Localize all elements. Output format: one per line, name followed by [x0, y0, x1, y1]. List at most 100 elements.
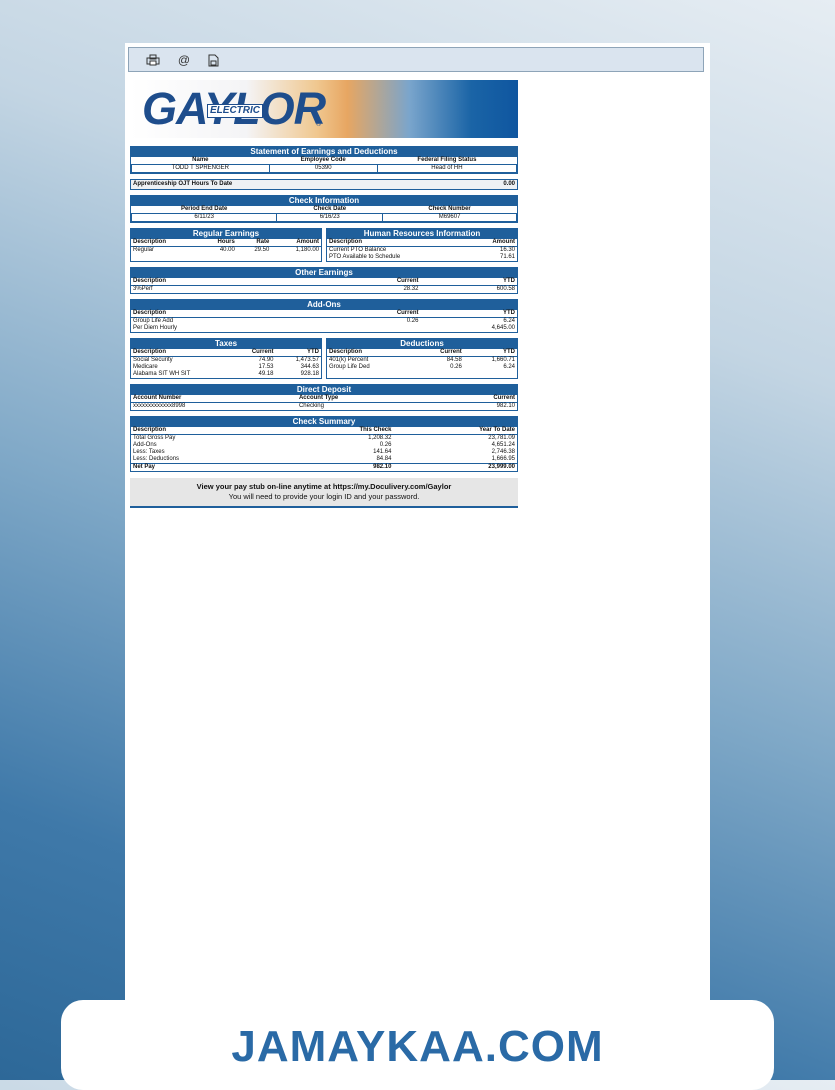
cell: 6.24: [503, 364, 515, 370]
cell: 1,660.71: [491, 357, 515, 363]
cell: 928.18: [300, 371, 319, 377]
taxes-section: Taxes Description Current YTD Social Sec…: [130, 338, 322, 379]
hr-info-section: Human Resources Information Description …: [326, 228, 518, 262]
cell: Less: Deductions: [133, 456, 180, 462]
col-rate: Rate: [236, 239, 272, 247]
cell: 1,180.00: [295, 247, 319, 253]
table-row: Regular 40.00 29.50 1,180.00: [131, 247, 321, 255]
cell: Total Gross Pay: [133, 435, 176, 441]
cell: 0.26: [450, 364, 462, 370]
cell: 29.50: [254, 247, 270, 253]
regular-earnings-title: Regular Earnings: [131, 229, 321, 239]
cell: 84.58: [446, 357, 462, 363]
cell: Add-Ons: [133, 442, 157, 448]
direct-deposit-section: Direct Deposit Account Number Account Ty…: [130, 384, 518, 411]
footer-notice: View your pay stub on-line anytime at ht…: [130, 478, 518, 508]
table-row: 3%Perf 28.32 600.58: [131, 286, 517, 294]
check-info-section: Check Information Period End Date Check …: [130, 195, 518, 223]
table-row: Medicare 17.53 344.63: [131, 364, 321, 371]
footer-line-1: View your pay stub on-line anytime at ht…: [196, 482, 452, 491]
col-check-date: Check Date: [276, 206, 383, 214]
toolbar: @: [128, 47, 704, 72]
company-logo: GAYLOR ELECTRIC ®: [130, 80, 518, 138]
cell: 600.58: [496, 286, 515, 292]
table-row: Less: Deductions 84.84 1,666.95: [131, 456, 517, 464]
employee-code: 05390: [268, 164, 378, 173]
net-pay-ytd: 23,999.00: [393, 463, 517, 471]
cell: 1,473.57: [295, 357, 319, 363]
col-description: Description: [327, 239, 468, 247]
pay-stub: GAYLOR ELECTRIC ® Statement of Earnings …: [130, 80, 518, 508]
cell: Group Life Ded: [329, 364, 370, 370]
table-row: Per Diem Hourly 4,645.00: [131, 325, 517, 332]
cell: 0.26: [406, 318, 419, 324]
table-row: Group Life Ded 0.26 6.24: [327, 364, 517, 371]
col-description: Description: [131, 278, 344, 286]
check-number: M69607: [382, 213, 517, 222]
col-account-number: Account Number: [131, 395, 297, 403]
cell: PTO Available to Schedule: [329, 254, 401, 260]
col-description: Description: [131, 239, 199, 247]
col-hours: Hours: [198, 239, 237, 247]
cell: Current PTO Balance: [329, 247, 387, 253]
cell: Regular: [133, 247, 155, 253]
cell: 28.32: [403, 286, 419, 292]
check-date: 6/16/23: [276, 213, 384, 222]
other-earnings-title: Other Earnings: [131, 268, 517, 278]
col-ytd: YTD: [420, 310, 517, 318]
col-check-number: Check Number: [382, 206, 517, 214]
net-pay-this-check: 982.10: [285, 463, 394, 471]
email-icon[interactable]: @: [176, 52, 192, 68]
col-ytd: YTD: [275, 349, 321, 357]
table-row: Alabama SIT WH SIT 49.18 928.18: [131, 371, 321, 378]
cell: 982.10: [496, 403, 515, 409]
cell: 6.24: [503, 318, 515, 324]
cell: 74.90: [258, 357, 274, 363]
cell: xxxxxxxxxxxxx8998: [133, 403, 186, 409]
print-icon[interactable]: [145, 52, 161, 68]
filing-status: Head of HH: [376, 164, 518, 173]
col-description: Description: [131, 349, 233, 357]
document-page: @ GAYLOR ELECTRIC ® Statement of Earning…: [125, 43, 710, 1080]
cell: 4,645.00: [491, 325, 515, 331]
col-description: Description: [327, 349, 414, 357]
table-row: Total Gross Pay 1,208.32 23,781.09: [131, 435, 517, 443]
col-employee-code: Employee Code: [269, 157, 378, 165]
cell: 49.18: [258, 371, 274, 377]
save-icon[interactable]: [205, 52, 221, 68]
logo-subtitle: ELECTRIC: [207, 104, 263, 118]
table-row: Less: Taxes 141.64 2,746.38: [131, 449, 517, 456]
net-pay-label: Net Pay: [131, 463, 286, 471]
ojt-label: Apprenticeship OJT Hours To Date: [133, 181, 233, 187]
table-row: Current PTO Balance 16.30: [327, 247, 517, 255]
col-ytd: YTD: [463, 349, 517, 357]
check-summary-section: Check Summary Description This Check Yea…: [130, 416, 518, 472]
footer-line-2: You will need to provide your login ID a…: [228, 492, 420, 501]
statement-section: Statement of Earnings and Deductions Nam…: [130, 146, 518, 174]
col-ytd: Year To Date: [393, 427, 517, 435]
add-ons-title: Add-Ons: [131, 300, 517, 310]
cell: 0.26: [379, 442, 392, 448]
col-amount: Amount: [271, 239, 321, 247]
cell: Alabama SIT WH SIT: [133, 371, 191, 377]
col-current: Current: [343, 278, 421, 286]
cell: 17.53: [258, 364, 274, 370]
col-this-check: This Check: [285, 427, 394, 435]
direct-deposit-title: Direct Deposit: [131, 385, 517, 395]
cell: 16.30: [499, 247, 515, 253]
table-row: 401(k) Percent 84.58 1,660.71: [327, 357, 517, 365]
col-ytd: YTD: [420, 278, 517, 286]
logo-registered-mark: ®: [316, 121, 322, 128]
net-pay-row: Net Pay 982.10 23,999.00: [131, 463, 517, 471]
cell: 23,781.09: [488, 435, 515, 441]
watermark-text: JAMAYKAA.COM: [231, 1022, 604, 1071]
cell: 2,746.38: [491, 449, 515, 455]
hr-info-title: Human Resources Information: [327, 229, 517, 239]
ojt-hours-row: Apprenticeship OJT Hours To Date 0.00: [130, 179, 518, 190]
cell: Group Life Add: [133, 318, 174, 324]
col-filing-status: Federal Filing Status: [377, 157, 517, 165]
cell: 1,208.32: [368, 435, 392, 441]
cell: Medicare: [133, 364, 158, 370]
cell: Per Diem Hourly: [133, 325, 178, 331]
cell: 141.64: [373, 449, 392, 455]
